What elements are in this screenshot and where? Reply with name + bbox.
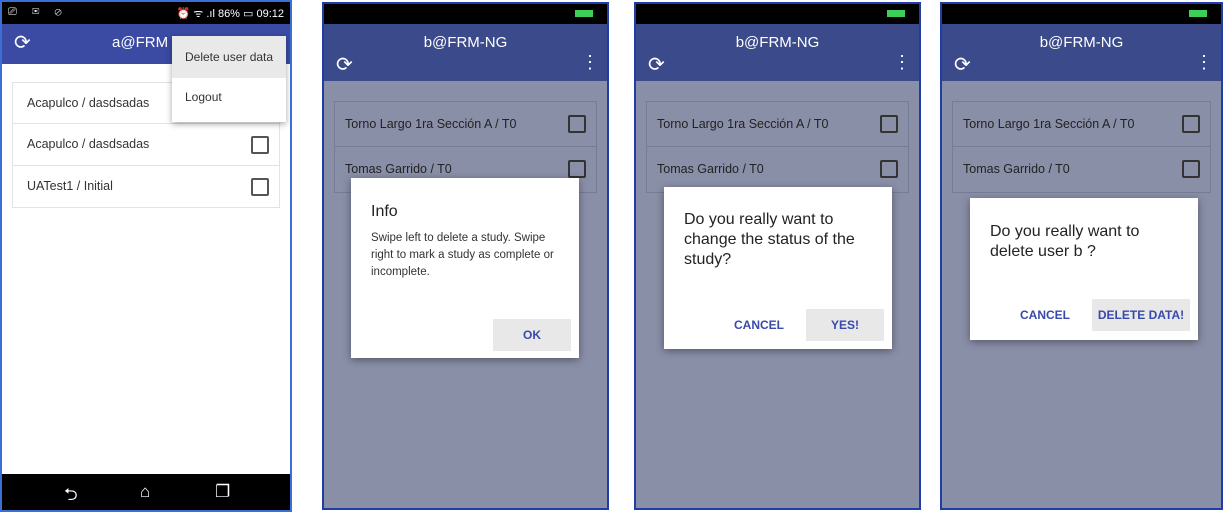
cancel-button[interactable]: CANCEL bbox=[1010, 299, 1080, 331]
list-item-label: Tomas Garrido / T0 bbox=[657, 162, 764, 176]
dialog-message: Swipe left to delete a study. Swipe righ… bbox=[371, 232, 554, 278]
list-item-label: Torno Largo 1ra Sección A / T0 bbox=[345, 117, 517, 131]
more-options-icon[interactable]: ⋮ bbox=[1195, 52, 1213, 73]
phone-screen-delete-confirm: b@FRM-NG ⟳ ⋮ Torno Largo 1ra Sección A /… bbox=[940, 2, 1223, 510]
cancel-button[interactable]: CANCEL bbox=[724, 309, 794, 341]
study-list: Torno Largo 1ra Sección A / T0 Tomas Gar… bbox=[646, 101, 909, 193]
battery-icon bbox=[575, 10, 593, 17]
delete-data-button[interactable]: DELETE DATA! bbox=[1092, 299, 1190, 331]
study-checkbox[interactable] bbox=[1182, 115, 1200, 133]
status-indicators: ⏰ ᯤ .ıl 86% ▭ 09:12 bbox=[176, 8, 284, 20]
confirm-status-dialog: Do you really want to change the status … bbox=[664, 187, 892, 349]
menu-item-logout[interactable]: Logout bbox=[172, 78, 286, 120]
study-checkbox[interactable] bbox=[880, 160, 898, 178]
app-title: a@FRM bbox=[112, 34, 169, 51]
app-title: b@FRM-NG bbox=[1039, 34, 1124, 51]
list-item[interactable]: Acapulco / dasdsadas bbox=[12, 124, 280, 166]
list-item-label: Torno Largo 1ra Sección A / T0 bbox=[657, 117, 829, 131]
sync-icon[interactable]: ⟳ bbox=[14, 30, 31, 55]
study-checkbox[interactable] bbox=[251, 178, 269, 196]
battery-icon bbox=[1189, 10, 1207, 17]
delete-user-dialog: Do you really want to delete user b ? CA… bbox=[970, 198, 1198, 340]
study-checkbox[interactable] bbox=[251, 136, 269, 154]
dialog-title: Info bbox=[371, 203, 398, 220]
list-item-label: Acapulco / dasdsadas bbox=[27, 96, 150, 110]
list-item[interactable]: Torno Largo 1ra Sección A / T0 bbox=[952, 101, 1211, 147]
status-bar bbox=[324, 4, 607, 24]
notification-icons: ⎚ ✉ ⊘ bbox=[8, 6, 68, 18]
yes-button[interactable]: YES! bbox=[806, 309, 884, 341]
info-dialog: Info Swipe left to delete a study. Swipe… bbox=[351, 178, 579, 358]
navigation-bar: ⮌ ⌂ ❐ bbox=[2, 474, 290, 510]
sync-icon[interactable]: ⟳ bbox=[954, 52, 971, 77]
app-title: b@FRM-NG bbox=[423, 34, 508, 51]
sync-icon[interactable]: ⟳ bbox=[648, 52, 665, 77]
phone-screen-info: b@FRM-NG ⟳ ⋮ Torno Largo 1ra Sección A /… bbox=[322, 2, 609, 510]
more-options-icon[interactable]: ⋮ bbox=[581, 52, 599, 73]
dialog-title: Do you really want to delete user b ? bbox=[990, 223, 1140, 260]
ok-button[interactable]: OK bbox=[493, 319, 571, 351]
list-item[interactable]: UATest1 / Initial bbox=[12, 166, 280, 208]
app-title: b@FRM-NG bbox=[735, 34, 820, 51]
battery-icon bbox=[887, 10, 905, 17]
study-checkbox[interactable] bbox=[1182, 160, 1200, 178]
study-checkbox[interactable] bbox=[568, 115, 586, 133]
list-item-label: Acapulco / dasdsadas bbox=[27, 137, 150, 151]
app-bar: b@FRM-NG ⟳ ⋮ bbox=[324, 24, 607, 81]
menu-item-delete-user-data[interactable]: Delete user data bbox=[172, 36, 286, 78]
study-checkbox[interactable] bbox=[568, 160, 586, 178]
system-status-bar: ⎚ ✉ ⊘ ⏰ ᯤ .ıl 86% ▭ 09:12 bbox=[2, 2, 290, 24]
phone-screen-status-confirm: b@FRM-NG ⟳ ⋮ Torno Largo 1ra Sección A /… bbox=[634, 2, 921, 510]
home-icon[interactable]: ⌂ bbox=[140, 482, 150, 502]
overflow-menu: Delete user data Logout bbox=[172, 36, 286, 122]
list-item[interactable]: Tomas Garrido / T0 bbox=[952, 147, 1211, 193]
status-bar bbox=[942, 4, 1221, 24]
back-icon[interactable]: ⮌ bbox=[64, 482, 78, 510]
status-bar bbox=[636, 4, 919, 24]
recent-apps-icon[interactable]: ❐ bbox=[215, 482, 230, 502]
sync-icon[interactable]: ⟳ bbox=[336, 52, 353, 77]
list-item-label: Tomas Garrido / T0 bbox=[345, 162, 452, 176]
dialog-title: Do you really want to change the status … bbox=[684, 211, 855, 268]
app-bar: b@FRM-NG ⟳ ⋮ bbox=[942, 24, 1221, 81]
app-bar: b@FRM-NG ⟳ ⋮ bbox=[636, 24, 919, 81]
phone-screen-menu: ⎚ ✉ ⊘ ⏰ ᯤ .ıl 86% ▭ 09:12 ⟳ a@FRM Acapul… bbox=[0, 0, 292, 512]
list-item-label: Torno Largo 1ra Sección A / T0 bbox=[963, 117, 1135, 131]
list-item[interactable]: Torno Largo 1ra Sección A / T0 bbox=[646, 101, 909, 147]
list-item-label: UATest1 / Initial bbox=[27, 179, 113, 193]
study-list: Torno Largo 1ra Sección A / T0 Tomas Gar… bbox=[952, 101, 1211, 193]
list-item-label: Tomas Garrido / T0 bbox=[963, 162, 1070, 176]
list-item[interactable]: Torno Largo 1ra Sección A / T0 bbox=[334, 101, 597, 147]
more-options-icon[interactable]: ⋮ bbox=[893, 52, 911, 73]
study-checkbox[interactable] bbox=[880, 115, 898, 133]
